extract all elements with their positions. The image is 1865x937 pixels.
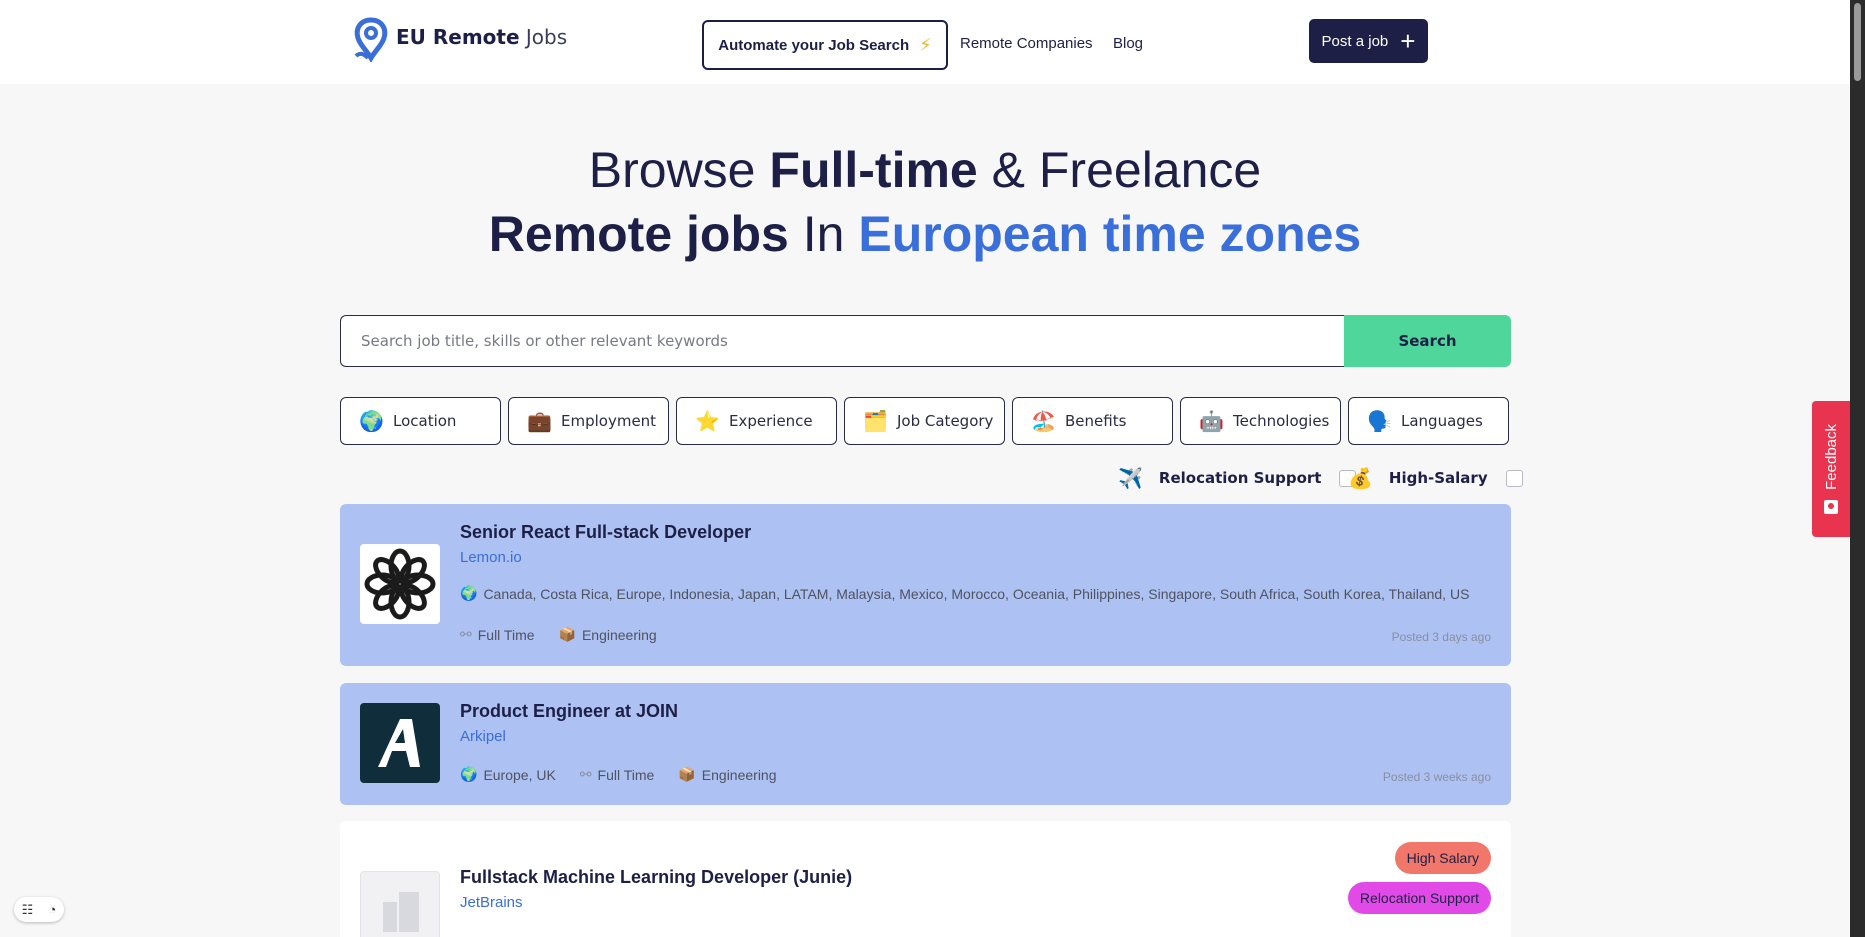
employment-type-icon: ⚯ [579, 766, 592, 782]
filter-location[interactable]: 🌍 Location [340, 397, 501, 445]
globe-icon: 🌍 [460, 585, 478, 601]
high-salary-label: High-Salary [1388, 469, 1488, 487]
job-tags: 🌍 Europe, UK ⚯ Full Time 📦 Engineering [460, 766, 777, 783]
hero-word-timezones: European time zones [858, 206, 1362, 262]
posted-date: Posted 3 days ago [1391, 630, 1491, 644]
speaking-head-icon: 🗣️ [1367, 409, 1392, 433]
job-title[interactable]: Fullstack Machine Learning Developer (Ju… [460, 867, 852, 888]
feedback-label: Feedback [1822, 424, 1840, 490]
company-logo-arkipel [360, 703, 440, 783]
employment-type: Full Time [597, 766, 655, 783]
logo-text: EU Remote Jobs [396, 25, 568, 49]
hero-heading: Browse Full-time & Freelance Remote jobs… [0, 138, 1850, 266]
job-locations-text: Canada, Costa Rica, Europe, Indonesia, J… [483, 585, 1470, 602]
filter-label: Experience [729, 412, 813, 430]
robot-icon: 🤖 [1199, 409, 1224, 433]
job-title[interactable]: Product Engineer at JOIN [460, 701, 678, 722]
automate-label: Automate your Job Search [718, 36, 910, 54]
beach-icon: 🏖️ [1031, 409, 1056, 433]
badge-high-salary: High Salary [1394, 842, 1491, 874]
high-salary-checkbox[interactable] [1505, 469, 1523, 487]
hero-word-freelance: & Freelance [991, 142, 1262, 198]
hero-word-remote-jobs: Remote jobs [488, 206, 789, 262]
star-icon: ⭐ [695, 409, 720, 433]
hero-word-fulltime: Full-time [769, 142, 978, 198]
employment-type-icon: ⚯ [460, 626, 472, 642]
building-icon [383, 892, 419, 932]
money-bag-icon: 💰 [1348, 466, 1373, 490]
filter-label: Technologies [1233, 412, 1330, 430]
nav-blog[interactable]: Blog [1113, 35, 1143, 52]
filter-job-category[interactable]: 🗂️ Job Category [844, 397, 1005, 445]
job-category: Engineering [701, 766, 777, 783]
job-company[interactable]: JetBrains [460, 894, 523, 911]
arkipel-logo-icon [378, 719, 420, 767]
cookie-icon[interactable]: ◔ [49, 902, 57, 917]
filter-technologies[interactable]: 🤖 Technologies [1180, 397, 1341, 445]
feedback-icon [1824, 499, 1838, 514]
top-header: EU Remote Jobs Automate your Job Search … [0, 0, 1850, 84]
high-salary-toggle[interactable]: 💰 High-Salary [1348, 466, 1523, 490]
search-button[interactable]: Search [1344, 315, 1511, 367]
category-box-icon: 📦 [558, 626, 576, 642]
filter-label: Location [393, 412, 457, 430]
site-logo[interactable]: EU Remote Jobs [350, 16, 567, 62]
job-card[interactable]: Fullstack Machine Learning Developer (Ju… [340, 821, 1511, 937]
job-category: Engineering [581, 626, 657, 643]
filter-label: Job Category [897, 412, 994, 430]
filter-label: Benefits [1065, 412, 1127, 430]
hero-word-browse: Browse [588, 142, 756, 198]
relocation-label: Relocation Support [1158, 469, 1322, 487]
company-logo-placeholder [360, 871, 440, 937]
filter-employment[interactable]: 💼 Employment [508, 397, 669, 445]
hero-word-in: In [802, 206, 845, 262]
globe-icon: 🌍 [460, 766, 478, 782]
job-title[interactable]: Senior React Full-stack Developer [460, 522, 751, 543]
page-scrollbar[interactable] [1850, 0, 1865, 937]
lightning-icon: ⚡ [919, 34, 932, 55]
company-logo-lemon [360, 544, 440, 624]
location-pin-logo-icon [354, 17, 388, 62]
lemon-logo-icon [364, 548, 436, 620]
cookie-settings-widget[interactable]: ☷ ◔ [14, 897, 64, 922]
job-locations-text: Europe, UK [483, 766, 556, 783]
filter-label: Languages [1401, 412, 1483, 430]
nav-remote-companies[interactable]: Remote Companies [960, 35, 1093, 52]
job-card[interactable]: Senior React Full-stack Developer Lemon.… [340, 504, 1511, 666]
job-company[interactable]: Arkipel [460, 728, 506, 745]
search-input[interactable] [340, 315, 1346, 367]
job-tags: ⚯ Full Time 📦 Engineering [460, 626, 657, 643]
filter-label: Employment [561, 412, 657, 430]
search-bar: Search [340, 315, 1511, 367]
badge-relocation-support: Relocation Support [1347, 882, 1491, 914]
filter-experience[interactable]: ⭐ Experience [676, 397, 837, 445]
scrollbar-thumb[interactable] [1854, 3, 1861, 81]
folder-icon: 🗂️ [863, 409, 888, 433]
job-card[interactable]: Product Engineer at JOIN Arkipel 🌍 Europe… [340, 683, 1511, 805]
feedback-tab[interactable]: Feedback [1812, 401, 1850, 537]
posted-date: Posted 3 weeks ago [1382, 770, 1491, 784]
employment-type: Full Time [477, 626, 535, 643]
filter-benefits[interactable]: 🏖️ Benefits [1012, 397, 1173, 445]
filter-languages[interactable]: 🗣️ Languages [1348, 397, 1509, 445]
airplane-icon: ✈️ [1118, 466, 1143, 490]
job-company[interactable]: Lemon.io [460, 549, 522, 566]
category-box-icon: 📦 [678, 766, 696, 782]
globe-icon: 🌍 [359, 409, 384, 433]
post-job-button[interactable]: Post a job + [1309, 19, 1428, 63]
relocation-support-toggle[interactable]: ✈️ Relocation Support [1118, 466, 1357, 490]
job-locations: 🌍 Canada, Costa Rica, Europe, Indonesia, … [460, 585, 1469, 602]
list-settings-icon[interactable]: ☷ [22, 902, 34, 918]
plus-icon: + [1400, 26, 1416, 56]
automate-job-search-button[interactable]: Automate your Job Search ⚡ [702, 20, 948, 70]
briefcase-icon: 💼 [527, 409, 552, 433]
post-job-label: Post a job [1321, 32, 1389, 50]
